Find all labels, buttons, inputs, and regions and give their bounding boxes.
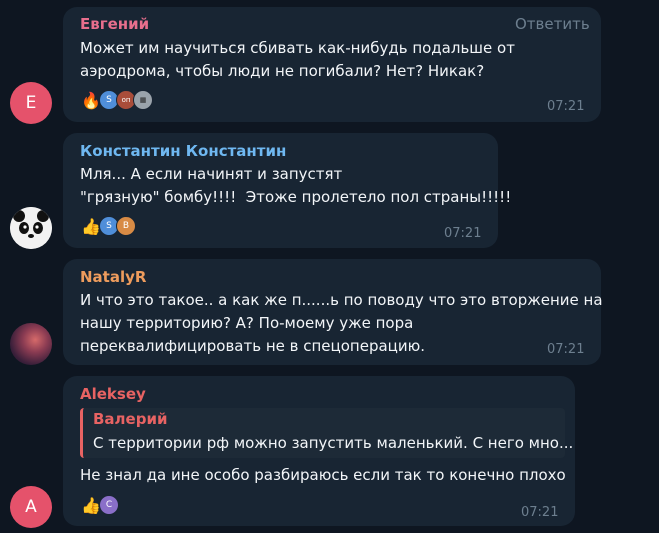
reply-quote[interactable]: Валерий С территории рф можно запустить … xyxy=(80,408,573,458)
quote-text: С территории рф можно запустить маленьки… xyxy=(93,434,574,452)
message-text-line: Может им научиться сбивать как-нибудь по… xyxy=(80,39,515,57)
avatar[interactable]: А xyxy=(10,486,52,528)
reaction-avatar: C xyxy=(99,495,119,515)
message-text-line: нашу территорию? А? По-моему уже пора xyxy=(80,314,414,332)
message-author[interactable]: NatalyR xyxy=(80,268,146,286)
message-author[interactable]: Евгений xyxy=(80,15,149,33)
reactions[interactable]: 👍 C xyxy=(80,494,119,516)
message-time: 07:21 xyxy=(547,99,585,114)
message-text-line: И что это такое.. а как же п......ь по п… xyxy=(80,291,603,309)
reply-button[interactable]: Ответить xyxy=(515,15,590,33)
reaction-avatar-grid-icon: ▦ xyxy=(133,90,153,110)
moon-icon[interactable] xyxy=(10,323,52,365)
reactions[interactable]: 🔥 S оп ▦ xyxy=(80,89,153,111)
quote-author: Валерий xyxy=(93,410,168,428)
message-author[interactable]: Константин Константин xyxy=(80,142,286,160)
avatar[interactable]: Е xyxy=(10,82,52,124)
message-text-line: аэродрома, чтобы люди не погибали? Нет? … xyxy=(80,62,485,80)
message-time: 07:21 xyxy=(444,226,482,241)
message-time: 07:21 xyxy=(547,342,585,357)
message-text-line: "грязную" бомбу!!!! Этоже пролетело пол … xyxy=(80,188,512,206)
panda-icon[interactable] xyxy=(10,207,52,249)
reaction-avatar: B xyxy=(116,216,136,236)
message-text-line: переквалифицировать не в спецоперацию. xyxy=(80,337,426,355)
message-time: 07:21 xyxy=(521,505,559,520)
message-text-line: Не знал да ине особо разбираюсь если так… xyxy=(80,466,566,484)
message-text-line: Мля... А если начинят и запустят xyxy=(80,165,343,183)
reactions[interactable]: 👍 S B xyxy=(80,215,136,237)
message-author[interactable]: Aleksey xyxy=(80,385,146,403)
